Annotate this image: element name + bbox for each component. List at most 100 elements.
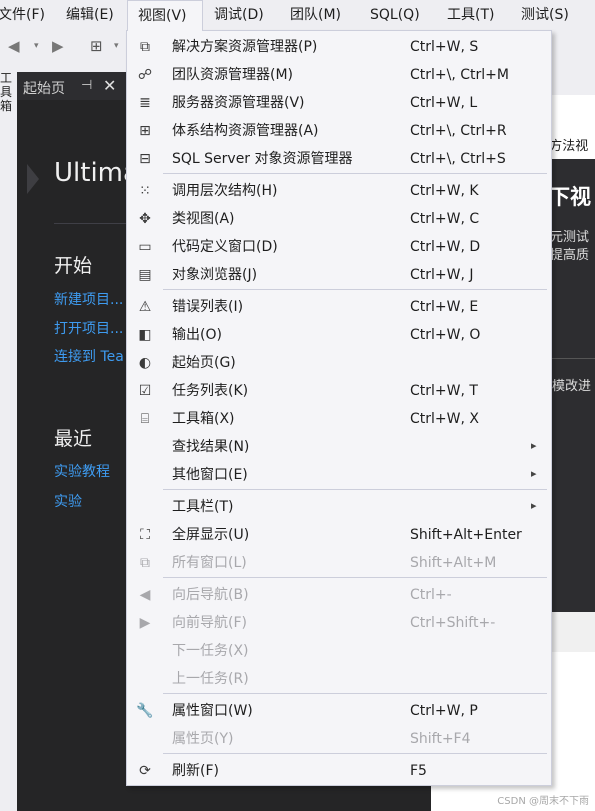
menu-item[interactable]: ⟳ 刷新(F) F5 <box>127 757 551 785</box>
panel-footer <box>551 612 595 652</box>
menu-item-label: 属性页(Y) <box>172 731 234 747</box>
architecture-explorer-icon: ⊞ <box>139 123 151 139</box>
code-definition-icon: ▭ <box>138 239 152 255</box>
menu-item-shortcut: Ctrl+W, D <box>410 239 481 255</box>
recent-item-1[interactable]: 实验教程 <box>54 461 110 481</box>
forward-icon[interactable]: ▶ <box>52 37 64 55</box>
menu-tools[interactable]: 工具(T) <box>447 0 494 31</box>
menu-item-label: 向前导航(F) <box>172 615 247 631</box>
menu-item[interactable]: 其他窗口(E) ▸ <box>127 461 551 489</box>
start-page-icon: ◐ <box>138 355 152 371</box>
menu-item[interactable]: ≣ 服务器资源管理器(V) Ctrl+W, L <box>127 89 551 117</box>
menu-item[interactable]: ◧ 输出(O) Ctrl+W, O <box>127 321 551 349</box>
menu-item[interactable]: ▭ 代码定义窗口(D) Ctrl+W, D <box>127 233 551 261</box>
menu-view[interactable]: 视图(V) <box>127 0 203 31</box>
menu-sql[interactable]: SQL(Q) <box>370 0 420 31</box>
menu-item: ⧉ 所有窗口(L) Shift+Alt+M <box>127 549 551 577</box>
tab-start-page[interactable]: 起始页 ⊣ ✕ <box>17 72 127 100</box>
menu-item: 下一任务(X) <box>127 637 551 665</box>
menu-item[interactable]: ▤ 对象浏览器(J) Ctrl+W, J <box>127 261 551 289</box>
solution-explorer-icon: ⧉ <box>140 39 150 55</box>
menu-item-label: 任务列表(K) <box>172 383 249 399</box>
refresh-icon: ⟳ <box>139 763 151 779</box>
menu-edit[interactable]: 编辑(E) <box>66 0 114 31</box>
open-project-link[interactable]: 打开项目... <box>54 318 123 338</box>
menu-item-shortcut: Ctrl+W, K <box>410 183 479 199</box>
menu-item[interactable]: ✥ 类视图(A) Ctrl+W, C <box>127 205 551 233</box>
menu-item[interactable]: ⁙ 调用层次结构(H) Ctrl+W, K <box>127 177 551 205</box>
menu-item-label: 查找结果(N) <box>172 439 250 455</box>
menu-file[interactable]: 文件(F) <box>0 0 45 31</box>
menu-item-label: 体系结构资源管理器(A) <box>172 123 319 139</box>
dropdown-icon[interactable]: ▾ <box>114 41 119 51</box>
menu-item[interactable]: ☍ 团队资源管理器(M) Ctrl+\, Ctrl+M <box>127 61 551 89</box>
menu-separator <box>163 289 547 290</box>
menu-item-label: 解决方案资源管理器(P) <box>172 39 318 55</box>
toolbox-label: 工具箱 <box>0 71 13 113</box>
menu-item-shortcut: Ctrl+W, S <box>410 39 479 55</box>
server-explorer-icon: ≣ <box>139 95 151 111</box>
menu-item[interactable]: ☑ 任务列表(K) Ctrl+W, T <box>127 377 551 405</box>
menu-bar: 文件(F) 编辑(E) 视图(V) 调试(D) 团队(M) SQL(Q) 工具(… <box>0 0 595 31</box>
menu-item-label: 其他窗口(E) <box>172 467 248 483</box>
menu-item[interactable]: 查找结果(N) ▸ <box>127 433 551 461</box>
menu-item-shortcut: Ctrl+W, O <box>410 327 481 343</box>
menu-item[interactable]: ⧉ 解决方案资源管理器(P) Ctrl+W, S <box>127 33 551 61</box>
call-hierarchy-icon: ⁙ <box>139 183 151 199</box>
all-windows-icon: ⧉ <box>140 555 150 571</box>
arrow-icon <box>27 164 39 194</box>
menu-item[interactable]: 工具栏(T) ▸ <box>127 493 551 521</box>
menu-item-shortcut: Shift+F4 <box>410 731 471 747</box>
panel-text: 模改进 <box>552 379 592 394</box>
toolbox-icon: ⌸ <box>140 411 150 427</box>
new-project-icon[interactable]: ⊞ <box>90 37 103 55</box>
menu-item[interactable]: ⛶ 全屏显示(U) Shift+Alt+Enter <box>127 521 551 549</box>
toolbox-strip[interactable]: 工具箱 <box>0 63 17 811</box>
menu-item-shortcut: Ctrl+\, Ctrl+R <box>410 123 507 139</box>
menu-item[interactable]: ⌸ 工具箱(X) Ctrl+W, X <box>127 405 551 433</box>
menu-item-label: 起始页(G) <box>172 355 236 371</box>
output-icon: ◧ <box>138 327 152 343</box>
menu-item-shortcut: F5 <box>410 763 427 779</box>
dropdown-icon[interactable]: ▾ <box>34 41 39 51</box>
tab-label: 起始页 <box>23 81 65 97</box>
menu-test[interactable]: 测试(S) <box>521 0 569 31</box>
menu-item-shortcut: Ctrl+W, J <box>410 267 474 283</box>
panel-heading: 下视 <box>549 185 591 209</box>
menu-item-shortcut: Ctrl+\, Ctrl+M <box>410 67 509 83</box>
menu-item-label: 刷新(F) <box>172 763 219 779</box>
full-screen-icon: ⛶ <box>140 527 150 543</box>
back-icon[interactable]: ◀ <box>8 37 20 55</box>
menu-item-label: 调用层次结构(H) <box>172 183 278 199</box>
menu-team[interactable]: 团队(M) <box>290 0 341 31</box>
divider <box>551 358 595 359</box>
menu-item-label: 所有窗口(L) <box>172 555 247 571</box>
menu-debug[interactable]: 调试(D) <box>214 0 264 31</box>
menu-item-shortcut: Ctrl+Shift+- <box>410 615 496 631</box>
video-panel[interactable]: 下视 元测试 提高质 模改进 <box>549 159 595 612</box>
pin-icon[interactable]: ⊣ <box>81 78 92 93</box>
submenu-arrow-icon: ▸ <box>531 439 537 452</box>
panel-text: 元测试 提高质 <box>550 230 590 263</box>
menu-item-label: SQL Server 对象资源管理器 <box>172 151 353 167</box>
menu-separator <box>163 577 547 578</box>
menu-item-shortcut: Ctrl+W, C <box>410 211 480 227</box>
menu-item[interactable]: 🔧 属性窗口(W) Ctrl+W, P <box>127 697 551 725</box>
menu-item-shortcut: Shift+Alt+Enter <box>410 527 522 543</box>
recent-item-2[interactable]: 实验 <box>54 491 82 511</box>
recent-heading: 最近 <box>54 428 93 450</box>
menu-item[interactable]: ⊞ 体系结构资源管理器(A) Ctrl+\, Ctrl+R <box>127 117 551 145</box>
menu-item[interactable]: ⊟ SQL Server 对象资源管理器 Ctrl+\, Ctrl+S <box>127 145 551 173</box>
menu-item-shortcut: Ctrl+W, L <box>410 95 478 111</box>
properties-wrench-icon: 🔧 <box>136 703 154 719</box>
connect-team-link[interactable]: 连接到 Tea <box>54 346 124 366</box>
menu-item: 上一任务(R) <box>127 665 551 693</box>
object-browser-icon: ▤ <box>138 267 152 283</box>
close-icon[interactable]: ✕ <box>103 76 116 95</box>
menu-item-label: 团队资源管理器(M) <box>172 67 294 83</box>
menu-item[interactable]: ⚠ 错误列表(I) Ctrl+W, E <box>127 293 551 321</box>
team-explorer-icon: ☍ <box>137 67 153 83</box>
menu-item-shortcut: Ctrl+\, Ctrl+S <box>410 151 506 167</box>
new-project-link[interactable]: 新建项目... <box>54 289 123 309</box>
menu-item[interactable]: ◐ 起始页(G) <box>127 349 551 377</box>
